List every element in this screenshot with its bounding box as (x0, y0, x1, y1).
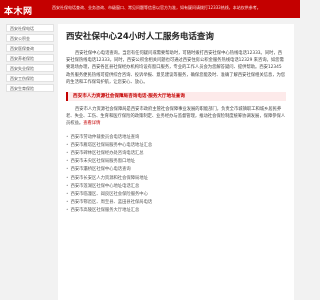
section-paragraph: 西安市人力资源社会保障局是西安市政府主管社会保障事业发展的职能部门，负责全市城镇… (66, 106, 286, 128)
sidebar-item[interactable]: 西安养老保险 (6, 54, 54, 62)
related-link-label: 西安市灞桥区社保中心电话查询 (70, 167, 131, 173)
article-title: 西安社保中心24小时人工服务电话查询 (66, 32, 214, 42)
related-link-label: 西安市劳动仲裁委员会电话地址查询 (70, 134, 140, 140)
bullet-icon: • (66, 167, 69, 173)
article-content: 西安社保中心24小时人工服务电话查询 西安社保中心电话查询。当您有任何疑问或需要… (58, 24, 294, 300)
sidebar-item[interactable]: 西安社保电话 (6, 24, 54, 32)
bullet-icon: • (66, 183, 69, 189)
related-link[interactable]: • 西安市雁塔区社保局服务中心电话地址汇总 (66, 142, 286, 150)
bullet-icon: • (66, 175, 69, 181)
sidebar-nav: 西安社保电话 西安公积金 西安医保查询 西安养老保险 西安失业保险 西安工伤保险… (6, 24, 54, 94)
related-link[interactable]: • 西安市灞桥区社保中心电话查询 (66, 166, 286, 174)
bullet-icon: • (66, 142, 69, 148)
related-link-label: 西安市碑林区社保经办处咨询电话汇总 (70, 151, 144, 157)
related-link[interactable]: • 西安市莲湖区社保中心地址电话汇总 (66, 183, 286, 191)
sidebar-item[interactable]: 西安失业保险 (6, 64, 54, 72)
related-link[interactable]: • 西安市碑林区社保经办处咨询电话汇总 (66, 150, 286, 158)
sidebar-item[interactable]: 西安生育保险 (6, 84, 54, 92)
more-link[interactable]: 查看详情 (83, 121, 100, 126)
sidebar-item[interactable]: 西安公积金 (6, 34, 54, 42)
article-paragraph: 西安社保中心电话查询。当您有任何疑问或需要帮助时，可随时拨打西安社保中心热线电话… (66, 51, 286, 85)
related-link-label: 西安市临潼区、阎良区社会保险服务中心 (70, 192, 148, 198)
related-link-label: 西安市莲湖区社保中心地址电话汇总 (70, 183, 140, 189)
related-link-label: 西安市雁塔区社保局服务中心电话地址汇总 (70, 142, 153, 148)
bullet-icon: • (66, 159, 69, 165)
sidebar-item[interactable]: 西安工伤保险 (6, 74, 54, 82)
related-link[interactable]: • 西安市长安区人力资源和社会保障局地址 (66, 175, 286, 183)
bullet-icon: • (66, 134, 69, 140)
related-link[interactable]: • 西安市高陵区社保服务大厅地址汇总 (66, 207, 286, 215)
bullet-icon: • (66, 151, 69, 157)
related-link-label: 西安市鄠邑区、周至县、蓝田县社保局电话 (70, 200, 153, 206)
related-link[interactable]: • 西安市临潼区、阎良区社会保险服务中心 (66, 191, 286, 199)
related-link-label: 西安市长安区人力资源和社会保障局地址 (70, 175, 148, 181)
bullet-icon: • (66, 192, 69, 198)
top-header-bar: 本木网 西安社保电话查询、业务咨询、市级窗口、常见问题等信息以官方为准，如有疑问… (0, 0, 300, 18)
bullet-icon: • (66, 208, 69, 214)
header-notice: 西安社保电话查询、业务咨询、市级窗口、常见问题等信息以官方为准，如有疑问请拨打1… (52, 5, 261, 10)
sidebar-item[interactable]: 西安医保查询 (6, 44, 54, 52)
related-links-list: • 西安市劳动仲裁委员会电话地址查询 • 西安市雁塔区社保局服务中心电话地址汇总 •… (66, 134, 286, 216)
related-link-label: 西安市未央区社保局服务窗口地址 (70, 159, 135, 165)
related-link[interactable]: • 西安市鄠邑区、周至县、蓝田县社保局电话 (66, 199, 286, 207)
bullet-icon: • (66, 200, 69, 206)
related-link[interactable]: • 西安市劳动仲裁委员会电话地址查询 (66, 134, 286, 142)
related-link-label: 西安市高陵区社保服务大厅地址汇总 (70, 208, 140, 214)
section-heading: 西安市人力资源社会保障局咨询电话·服务大厅地址查询 (66, 92, 286, 102)
related-link[interactable]: • 西安市未央区社保局服务窗口地址 (66, 158, 286, 166)
site-logo[interactable]: 本木网 (4, 4, 33, 17)
